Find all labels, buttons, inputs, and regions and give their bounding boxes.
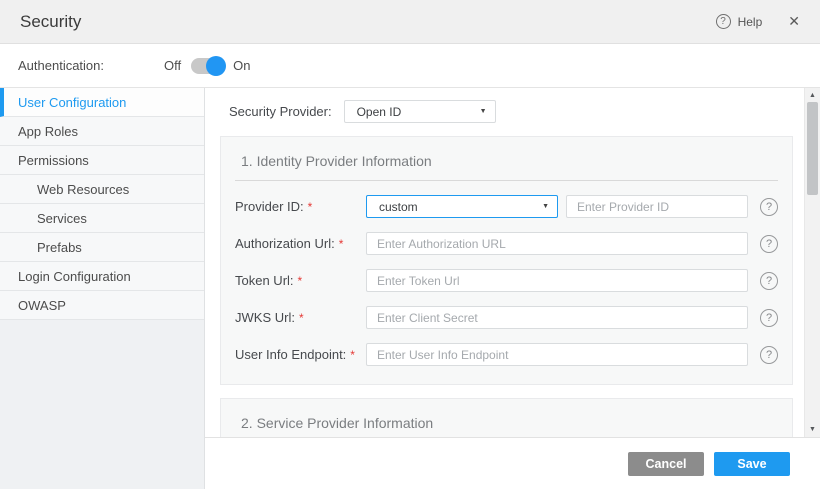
authorization-url-label: Authorization Url: * — [235, 236, 366, 251]
sidebar-item-label: Prefabs — [37, 240, 82, 255]
main-area: User Configuration App Roles Permissions… — [0, 88, 820, 489]
jwks-url-label: JWKS Url: * — [235, 310, 366, 325]
required-asterisk: * — [298, 274, 303, 288]
scroll-down-icon[interactable]: ▼ — [805, 426, 820, 433]
save-button[interactable]: Save — [714, 452, 790, 476]
chevron-down-icon: ▼ — [542, 203, 549, 210]
provider-id-label: Provider ID: * — [235, 199, 366, 214]
required-asterisk: * — [308, 200, 313, 214]
security-provider-value: Open ID — [357, 105, 402, 119]
identity-provider-section: 1. Identity Provider Information Provide… — [220, 136, 793, 385]
jwks-url-help-icon[interactable]: ? — [760, 309, 778, 327]
required-asterisk: * — [350, 348, 355, 362]
sidebar-nav: User Configuration App Roles Permissions… — [0, 88, 205, 489]
sidebar-item-label: Permissions — [18, 153, 89, 168]
settings-scroll-area: Security Provider: Open ID ▼ 1. Identity… — [205, 88, 820, 437]
sidebar-item-label: OWASP — [18, 298, 66, 313]
sidebar-item-login-configuration[interactable]: Login Configuration — [0, 262, 204, 291]
close-icon[interactable]: ✕ — [788, 13, 800, 30]
sidebar-item-label: App Roles — [18, 124, 78, 139]
authorization-url-help-icon[interactable]: ? — [760, 235, 778, 253]
security-provider-row: Security Provider: Open ID ▼ — [205, 88, 804, 123]
token-url-label: Token Url: * — [235, 273, 366, 288]
vertical-scrollbar[interactable]: ▲ ▼ — [804, 88, 820, 437]
sidebar-item-label: User Configuration — [18, 95, 126, 110]
field-label-text: Provider ID: — [235, 199, 304, 214]
token-url-row: Token Url: * ? — [235, 269, 778, 292]
token-url-input[interactable] — [366, 269, 748, 292]
sidebar-item-app-roles[interactable]: App Roles — [0, 117, 204, 146]
required-asterisk: * — [299, 311, 304, 325]
provider-id-input[interactable] — [566, 195, 748, 218]
user-info-endpoint-input[interactable] — [366, 343, 748, 366]
user-info-endpoint-help-icon[interactable]: ? — [760, 346, 778, 364]
section-title: 1. Identity Provider Information — [235, 149, 778, 181]
sidebar-item-user-configuration[interactable]: User Configuration — [0, 88, 204, 117]
field-label-text: User Info Endpoint: — [235, 347, 346, 362]
authorization-url-row: Authorization Url: * ? — [235, 232, 778, 255]
jwks-url-row: JWKS Url: * ? — [235, 306, 778, 329]
provider-id-row: Provider ID: * custom ▼ ? — [235, 195, 778, 218]
field-label-text: JWKS Url: — [235, 310, 295, 325]
help-label: Help — [738, 15, 763, 29]
authorization-url-input[interactable] — [366, 232, 748, 255]
sidebar-item-services[interactable]: Services — [0, 204, 204, 233]
section-title: 2. Service Provider Information — [235, 411, 778, 437]
toggle-on-label: On — [233, 58, 250, 73]
field-label-text: Token Url: — [235, 273, 294, 288]
authentication-row: Authentication: Off On — [0, 44, 820, 88]
service-provider-section: 2. Service Provider Information — [220, 398, 793, 437]
provider-id-select-value: custom — [379, 200, 418, 214]
authentication-label: Authentication: — [18, 58, 104, 73]
footer-actions: Cancel Save — [205, 437, 820, 489]
sidebar-item-label: Web Resources — [37, 182, 129, 197]
authentication-toggle[interactable] — [191, 58, 223, 74]
chevron-down-icon: ▼ — [480, 108, 487, 115]
scroll-up-icon[interactable]: ▲ — [805, 92, 820, 99]
sidebar-item-web-resources[interactable]: Web Resources — [0, 175, 204, 204]
toggle-off-label: Off — [164, 58, 181, 73]
field-label-text: Authorization Url: — [235, 236, 335, 251]
provider-id-help-icon[interactable]: ? — [760, 198, 778, 216]
provider-id-select[interactable]: custom ▼ — [366, 195, 558, 218]
security-provider-label: Security Provider: — [229, 104, 332, 119]
user-info-endpoint-label: User Info Endpoint: * — [235, 347, 366, 362]
toggle-knob — [206, 56, 226, 76]
security-provider-select[interactable]: Open ID ▼ — [344, 100, 496, 123]
scrollbar-thumb[interactable] — [807, 102, 818, 195]
sidebar-item-permissions[interactable]: Permissions — [0, 146, 204, 175]
sidebar-item-label: Services — [37, 211, 87, 226]
sidebar-item-owasp[interactable]: OWASP — [0, 291, 204, 320]
user-info-endpoint-row: User Info Endpoint: * ? — [235, 343, 778, 366]
cancel-button[interactable]: Cancel — [628, 452, 704, 476]
page-title: Security — [20, 12, 81, 32]
dialog-titlebar: Security ? Help ✕ — [0, 0, 820, 44]
sidebar-item-label: Login Configuration — [18, 269, 131, 284]
required-asterisk: * — [339, 237, 344, 251]
jwks-url-input[interactable] — [366, 306, 748, 329]
content-column: Security Provider: Open ID ▼ 1. Identity… — [205, 88, 820, 489]
token-url-help-icon[interactable]: ? — [760, 272, 778, 290]
sidebar-item-prefabs[interactable]: Prefabs — [0, 233, 204, 262]
help-button[interactable]: ? Help — [716, 14, 763, 29]
help-question-icon: ? — [716, 14, 731, 29]
